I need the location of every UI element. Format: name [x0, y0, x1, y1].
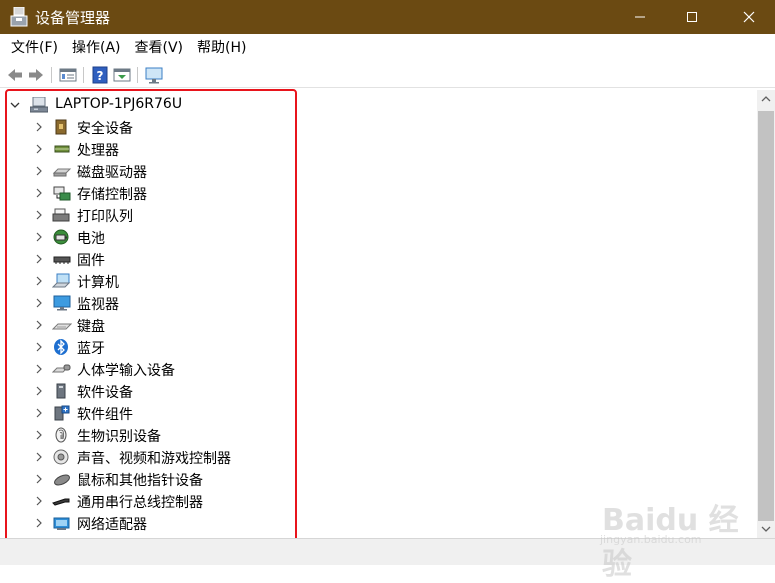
window-title: 设备管理器	[35, 9, 111, 27]
device-manager-icon	[10, 7, 28, 27]
menu-action[interactable]: 操作(A)	[65, 34, 128, 62]
scan-hardware-icon[interactable]	[145, 66, 163, 84]
update-driver-icon[interactable]	[113, 66, 131, 84]
minimize-button[interactable]	[614, 0, 666, 34]
properties-icon[interactable]	[59, 66, 77, 84]
title-bar: 设备管理器	[0, 0, 775, 34]
baidu-watermark: Baidu 经验 jingyan.baidu.com	[590, 495, 750, 582]
menu-file[interactable]: 文件(F)	[4, 34, 65, 62]
menu-bar: 文件(F) 操作(A) 查看(V) 帮助(H)	[0, 34, 775, 62]
close-button[interactable]	[723, 0, 775, 34]
back-arrow-icon[interactable]	[6, 66, 24, 84]
maximize-button[interactable]	[666, 0, 718, 34]
forward-arrow-icon[interactable]	[27, 66, 45, 84]
scrollbar-thumb[interactable]	[758, 111, 774, 521]
menu-view[interactable]: 查看(V)	[128, 34, 191, 62]
watermark-subtext: jingyan.baidu.com	[600, 533, 702, 546]
toolbar-separator	[137, 67, 138, 83]
toolbar-separator	[51, 67, 52, 83]
svg-text:?: ?	[97, 69, 104, 83]
help-icon[interactable]: ?	[91, 66, 109, 84]
menu-help[interactable]: 帮助(H)	[190, 34, 253, 62]
toolbar: ?	[0, 62, 775, 88]
toolbar-separator	[83, 67, 84, 83]
scroll-up-icon[interactable]	[757, 90, 775, 108]
scroll-down-icon[interactable]	[757, 520, 775, 538]
highlight-annotation	[5, 89, 297, 544]
vertical-scrollbar[interactable]	[757, 90, 775, 538]
